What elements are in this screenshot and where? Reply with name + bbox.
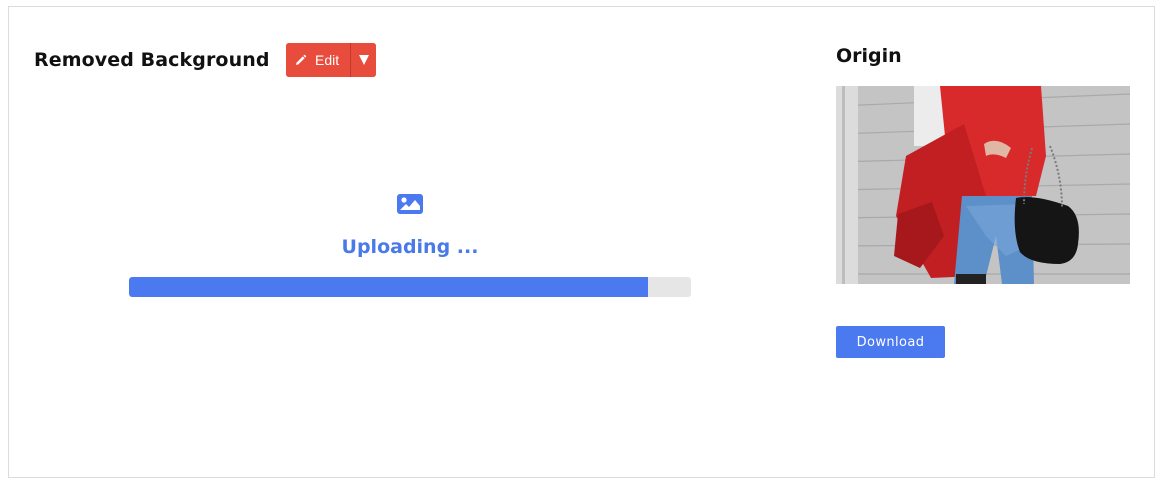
removed-background-title: Removed Background <box>34 49 270 71</box>
origin-photo <box>836 86 1130 284</box>
edit-dropdown-toggle[interactable] <box>350 43 377 77</box>
origin-title: Origin <box>836 45 902 67</box>
upload-progress-fill <box>129 277 649 297</box>
pencil-icon <box>294 54 307 67</box>
uploading-status: Uploading ... <box>341 236 479 258</box>
edit-button-label: Edit <box>315 52 340 68</box>
result-card: Removed Background Edit Uploading ... Or… <box>8 6 1155 478</box>
caret-down-icon <box>358 51 369 70</box>
upload-progress-bar <box>129 277 691 297</box>
edit-split-button: Edit <box>286 43 377 77</box>
download-button[interactable]: Download <box>836 326 945 358</box>
image-icon <box>397 194 423 218</box>
edit-button[interactable]: Edit <box>286 43 351 77</box>
